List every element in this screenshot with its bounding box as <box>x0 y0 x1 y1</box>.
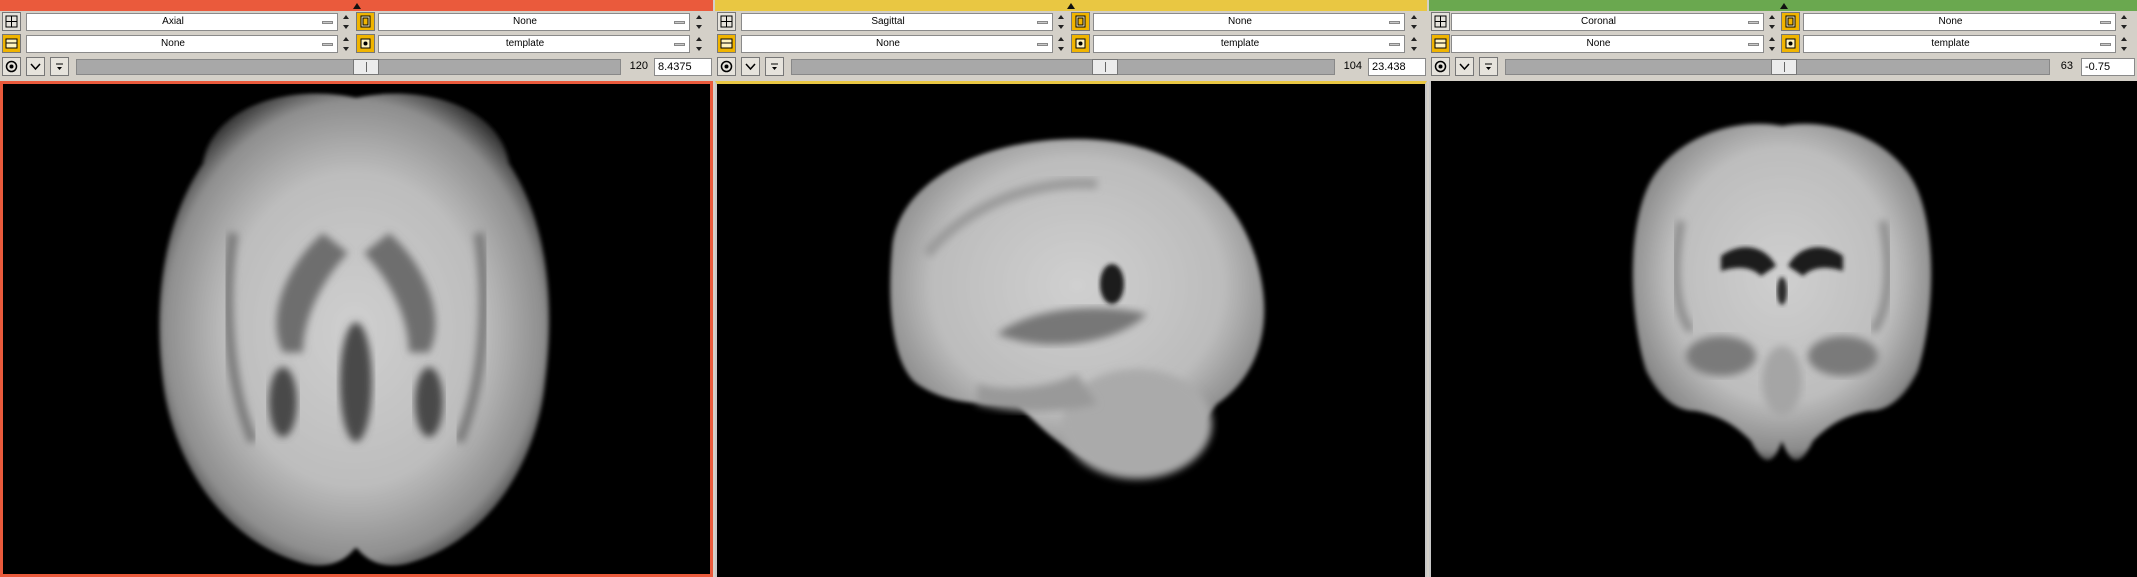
sagittal-foreground-spinner[interactable] <box>1409 13 1420 31</box>
axial-foreground-spinner[interactable] <box>694 13 705 31</box>
sagittal-slider-row: 104 23.438 <box>715 57 1427 77</box>
link-icon[interactable] <box>717 57 736 76</box>
pin-icon[interactable] <box>1780 3 1788 9</box>
sagittal-orientation-select[interactable]: Sagittal <box>741 13 1053 31</box>
slice-options-icon[interactable] <box>765 57 784 76</box>
axial-label-select[interactable]: template <box>378 35 690 53</box>
sagittal-background-spinner[interactable] <box>1056 35 1067 53</box>
axial-image-viewer[interactable] <box>0 81 713 577</box>
sagittal-label-select[interactable]: template <box>1093 35 1405 53</box>
label-volume-icon[interactable] <box>1781 34 1800 53</box>
coronal-foreground-spinner[interactable] <box>2119 13 2130 31</box>
axial-offset-field[interactable]: 8.4375 <box>654 58 712 76</box>
sagittal-offset-field[interactable]: 23.438 <box>1368 58 1426 76</box>
axial-foreground-select[interactable]: None <box>378 13 690 31</box>
volume-select-icon[interactable] <box>1071 12 1090 31</box>
sagittal-orientation-row: Sagittal None <box>715 12 1427 32</box>
coronal-background-select[interactable]: None <box>1451 35 1764 53</box>
label-volume-icon[interactable] <box>1071 34 1090 53</box>
coronal-label-spinner[interactable] <box>2119 35 2130 53</box>
coronal-orientation-spinner[interactable] <box>1767 13 1778 31</box>
axial-slice-panel: Axial None None template 120 8.4375 <box>0 0 713 577</box>
volume-select-icon[interactable] <box>1781 12 1800 31</box>
axial-volume-row: None template <box>0 34 713 54</box>
coronal-volume-row: None template <box>1429 34 2137 54</box>
sagittal-orientation-spinner[interactable] <box>1056 13 1067 31</box>
coronal-label-select[interactable]: template <box>1803 35 2116 53</box>
sagittal-slider-thumb[interactable] <box>1092 59 1118 75</box>
label-volume-icon[interactable] <box>356 34 375 53</box>
volume-select-icon[interactable] <box>717 34 736 53</box>
axial-slider-thumb[interactable] <box>353 59 379 75</box>
axial-label-spinner[interactable] <box>694 35 705 53</box>
coronal-slice-slider[interactable] <box>1505 59 2050 75</box>
grid-layout-icon[interactable] <box>1431 12 1450 31</box>
pin-icon[interactable] <box>1067 3 1075 9</box>
chevron-down-icon[interactable] <box>1455 57 1474 76</box>
axial-orientation-spinner[interactable] <box>341 13 352 31</box>
pin-icon[interactable] <box>353 3 361 9</box>
sagittal-foreground-select[interactable]: None <box>1093 13 1405 31</box>
coronal-orientation-select[interactable]: Coronal <box>1451 13 1764 31</box>
volume-select-icon[interactable] <box>2 34 21 53</box>
sagittal-slice-index: 104 <box>1343 60 1362 72</box>
coronal-slice-panel: Coronal None None template 63 -0.75 <box>1429 0 2137 577</box>
axial-slider-row: 120 8.4375 <box>0 57 713 77</box>
grid-layout-icon[interactable] <box>2 12 21 31</box>
sagittal-volume-row: None template <box>715 34 1427 54</box>
axial-orientation-row: Axial None <box>0 12 713 32</box>
slice-options-icon[interactable] <box>50 57 69 76</box>
coronal-slider-row: 63 -0.75 <box>1429 57 2137 77</box>
slice-options-icon[interactable] <box>1479 57 1498 76</box>
coronal-slider-thumb[interactable] <box>1771 59 1797 75</box>
axial-orientation-select[interactable]: Axial <box>26 13 338 31</box>
sagittal-label-spinner[interactable] <box>1409 35 1420 53</box>
axial-slice-index: 120 <box>629 60 648 72</box>
coronal-foreground-select[interactable]: None <box>1803 13 2116 31</box>
grid-layout-icon[interactable] <box>717 12 736 31</box>
sagittal-slice-panel: Sagittal None None template 104 23.438 <box>715 0 1427 577</box>
coronal-offset-field[interactable]: -0.75 <box>2081 58 2135 76</box>
coronal-orientation-row: Coronal None <box>1429 12 2137 32</box>
chevron-down-icon[interactable] <box>26 57 45 76</box>
coronal-image-viewer[interactable] <box>1429 81 2137 577</box>
sagittal-background-select[interactable]: None <box>741 35 1053 53</box>
coronal-slice-index: 63 <box>2060 60 2073 72</box>
volume-select-icon[interactable] <box>1431 34 1450 53</box>
axial-slice-slider[interactable] <box>76 59 621 75</box>
chevron-down-icon[interactable] <box>741 57 760 76</box>
axial-background-spinner[interactable] <box>341 35 352 53</box>
link-icon[interactable] <box>2 57 21 76</box>
coronal-background-spinner[interactable] <box>1767 35 1778 53</box>
volume-select-icon[interactable] <box>356 12 375 31</box>
sagittal-image-viewer[interactable] <box>715 81 1427 577</box>
sagittal-slice-slider[interactable] <box>791 59 1335 75</box>
link-icon[interactable] <box>1431 57 1450 76</box>
axial-background-select[interactable]: None <box>26 35 338 53</box>
